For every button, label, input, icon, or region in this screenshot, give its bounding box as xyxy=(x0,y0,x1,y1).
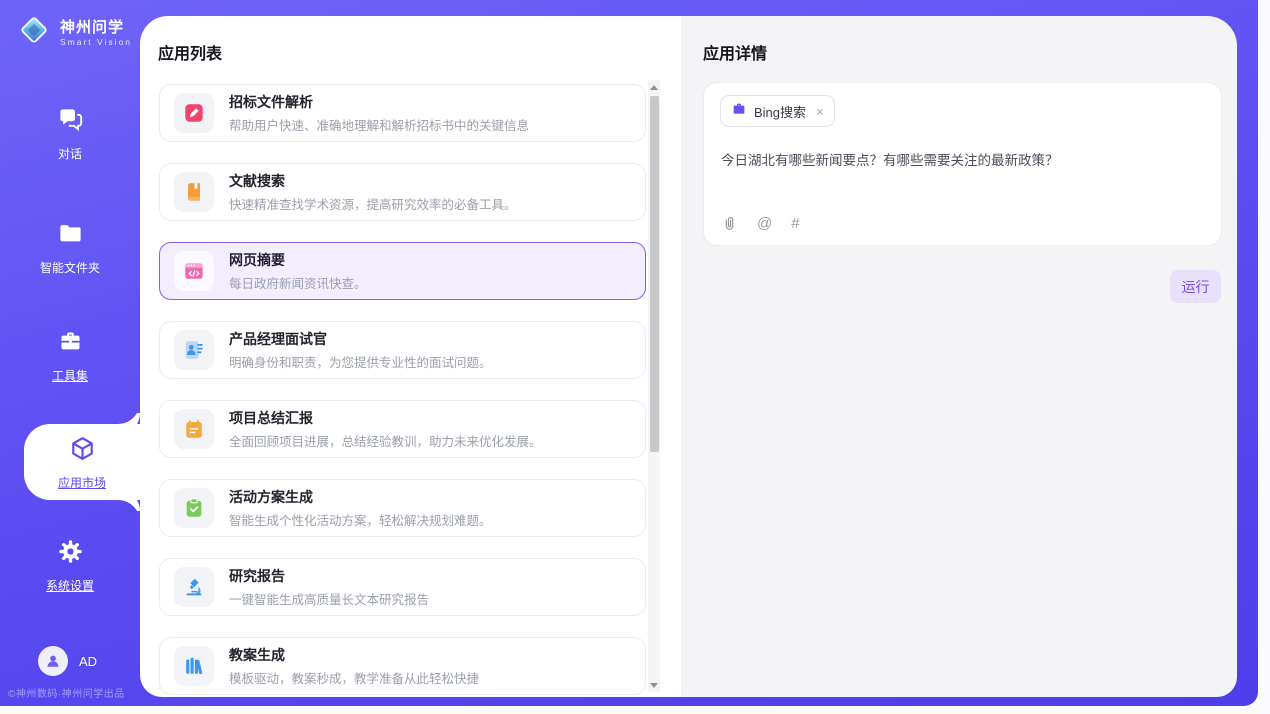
app-card[interactable]: 产品经理面试官明确身份和职责，为您提供专业性的面试问题。 xyxy=(159,321,646,379)
app-card[interactable]: 活动方案生成智能生成个性化活动方案，轻松解决规划难题。 xyxy=(159,479,646,537)
scrollbar-thumb[interactable] xyxy=(650,96,659,452)
prompt-card[interactable]: Bing搜索 × 今日湖北有哪些新闻要点？有哪些需要关注的最新政策？ @# xyxy=(703,82,1222,246)
avatar[interactable] xyxy=(38,646,68,676)
sidebar-item-label: 智能文件夹 xyxy=(40,259,100,276)
sidebar-item-label: 系统设置 xyxy=(46,577,94,594)
app-card-title: 文献搜索 xyxy=(229,171,517,191)
web-page-icon xyxy=(174,251,214,291)
app-card[interactable]: 项目总结汇报全面回顾项目进展，总结经验教训，助力未来优化发展。 xyxy=(159,400,646,458)
copyright-text: ©神州数码·神州问学出品 xyxy=(8,685,140,700)
gear-icon xyxy=(57,538,84,570)
sidebar-item-system-settings[interactable]: 系统设置 xyxy=(0,538,140,594)
composer-toolbar: @# xyxy=(721,215,800,232)
attachment-icon[interactable] xyxy=(721,215,738,232)
summary-note-icon xyxy=(174,409,214,449)
research-icon xyxy=(174,567,214,607)
scroll-down-icon[interactable] xyxy=(648,678,660,692)
app-card-title: 教案生成 xyxy=(229,645,479,665)
sidebar-item-label: 应用市场 xyxy=(58,474,106,491)
user-chip[interactable]: AD xyxy=(38,646,97,676)
app-card[interactable]: 文献搜索快速精准查找学术资源，提高研究效率的必备工具。 xyxy=(159,163,646,221)
user-name: AD xyxy=(79,654,97,669)
folder-icon xyxy=(57,220,84,252)
sidebar-item-toolset[interactable]: 工具集 xyxy=(0,328,140,384)
sidebar-item-label: 对话 xyxy=(58,145,82,162)
interviewer-icon xyxy=(174,330,214,370)
tool-tag-bing-search[interactable]: Bing搜索 × xyxy=(720,95,835,127)
app-detail-title: 应用详情 xyxy=(703,40,767,64)
hash-icon[interactable]: # xyxy=(791,215,799,232)
app-card-title: 招标文件解析 xyxy=(229,92,529,112)
diamond-logo-icon xyxy=(16,12,52,53)
tag-close-icon[interactable]: × xyxy=(816,104,824,119)
sidebar-item-app-market[interactable]: 应用市场 xyxy=(24,424,140,500)
prompt-input[interactable]: 今日湖北有哪些新闻要点？有哪些需要关注的最新政策？ xyxy=(721,151,1205,171)
app-frame: 神州问学 Smart Vision 对话智能文件夹工具集应用市场系统设置 AD … xyxy=(0,0,1258,706)
app-card-desc: 帮助用户快速、准确地理解和解析招标书中的关键信息 xyxy=(229,115,529,134)
brand-logo: 神州问学 Smart Vision xyxy=(16,12,132,53)
app-card-list: 招标文件解析帮助用户快速、准确地理解和解析招标书中的关键信息文献搜索快速精准查找… xyxy=(159,84,646,695)
chat-icon xyxy=(57,106,84,138)
book-icon xyxy=(174,172,214,212)
app-card-title: 网页摘要 xyxy=(229,250,367,270)
app-card-title: 产品经理面试官 xyxy=(229,329,492,349)
scroll-up-icon[interactable] xyxy=(648,80,660,94)
sidebar-item-label: 工具集 xyxy=(52,367,88,384)
app-card[interactable]: 教案生成模板驱动，教案秒成，教学准备从此轻松快捷 xyxy=(159,637,646,695)
app-card-title: 项目总结汇报 xyxy=(229,408,542,428)
cube-icon xyxy=(69,435,96,467)
app-card[interactable]: 研究报告一键智能生成高质量长文本研究报告 xyxy=(159,558,646,616)
app-card-desc: 每日政府新闻资讯快查。 xyxy=(229,273,367,292)
brand-subtitle: Smart Vision xyxy=(60,37,132,47)
app-detail-panel: 应用详情 Bing搜索 × 今日湖北有哪些新闻要点？有哪些需要关注的最新政策？ … xyxy=(681,16,1237,697)
app-card-desc: 快速精准查找学术资源，提高研究效率的必备工具。 xyxy=(229,194,517,213)
app-card[interactable]: 招标文件解析帮助用户快速、准确地理解和解析招标书中的关键信息 xyxy=(159,84,646,142)
briefcase-icon xyxy=(731,101,747,122)
app-card-desc: 明确身份和职责，为您提供专业性的面试问题。 xyxy=(229,352,492,371)
toolbox-icon xyxy=(57,328,84,360)
brand-name: 神州问学 xyxy=(60,19,132,37)
app-card[interactable]: 网页摘要每日政府新闻资讯快查。 xyxy=(159,242,646,300)
app-card-desc: 智能生成个性化活动方案，轻松解决规划难题。 xyxy=(229,510,492,529)
app-list-panel: 应用列表 招标文件解析帮助用户快速、准确地理解和解析招标书中的关键信息文献搜索快… xyxy=(140,16,681,697)
app-card-title: 研究报告 xyxy=(229,566,429,586)
app-window: 神州问学 Smart Vision 对话智能文件夹工具集应用市场系统设置 AD … xyxy=(0,0,1270,714)
mention-icon[interactable]: @ xyxy=(757,215,772,232)
list-scrollbar[interactable] xyxy=(648,80,660,692)
edit-square-icon xyxy=(174,93,214,133)
tool-tag-label: Bing搜索 xyxy=(754,102,806,121)
sidebar-item-smart-folder[interactable]: 智能文件夹 xyxy=(0,220,140,276)
app-list-title: 应用列表 xyxy=(158,40,222,64)
run-button[interactable]: 运行 xyxy=(1170,270,1221,303)
books-icon xyxy=(174,646,214,686)
app-card-desc: 一键智能生成高质量长文本研究报告 xyxy=(229,589,429,608)
app-card-desc: 模板驱动，教案秒成，教学准备从此轻松快捷 xyxy=(229,668,479,687)
app-card-desc: 全面回顾项目进展，总结经验教训，助力未来优化发展。 xyxy=(229,431,542,450)
sidebar-item-chat[interactable]: 对话 xyxy=(0,106,140,162)
app-card-title: 活动方案生成 xyxy=(229,487,492,507)
clipboard-check-icon xyxy=(174,488,214,528)
